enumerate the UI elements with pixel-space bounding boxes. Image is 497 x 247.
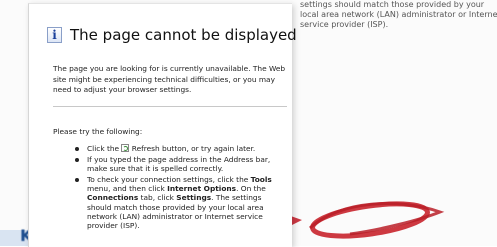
tools-menu-label: Tools bbox=[250, 174, 272, 184]
settings-button-label: Settings bbox=[176, 193, 212, 203]
step2-text: If you typed the page address in the Add… bbox=[87, 154, 271, 174]
info-icon: i bbox=[47, 27, 62, 43]
suggestion-list: Click the Refresh button, or try again l… bbox=[75, 144, 287, 232]
divider bbox=[53, 106, 287, 107]
step3-text-d: tab, click bbox=[138, 193, 177, 203]
refresh-icon[interactable] bbox=[121, 144, 130, 152]
step1-text-a: Click the bbox=[87, 144, 122, 153]
step3-text-b: menu, and then click bbox=[87, 184, 168, 194]
background-line: service provider (ISP). bbox=[300, 20, 389, 29]
step3-text-c: . On the bbox=[236, 184, 266, 194]
error-panel: i The page cannot be displayed The page … bbox=[28, 3, 297, 247]
list-item: To check your connection settings, click… bbox=[75, 175, 287, 231]
background-text: settings should match those provided by … bbox=[300, 0, 497, 30]
bullet-icon bbox=[75, 147, 79, 151]
bullet-icon bbox=[75, 177, 79, 182]
error-title: The page cannot be displayed bbox=[70, 26, 297, 44]
background-line: local area network (LAN) administrator o… bbox=[300, 10, 497, 19]
list-item: If you typed the page address in the Add… bbox=[75, 155, 287, 174]
connections-tab-label: Connections bbox=[87, 193, 139, 203]
background-line: settings should match those provided by … bbox=[300, 0, 485, 9]
step1-text-b: Refresh button, or try again later. bbox=[129, 144, 256, 153]
error-title-row: i The page cannot be displayed bbox=[47, 26, 297, 44]
red-swirl-stroke bbox=[308, 202, 445, 236]
step3-text-a: To check your connection settings, click… bbox=[87, 174, 251, 184]
internet-options-label: Internet Options bbox=[167, 184, 237, 194]
bullet-icon bbox=[75, 157, 79, 162]
list-item: Click the Refresh button, or try again l… bbox=[75, 144, 287, 153]
error-intro: The page you are looking for is currentl… bbox=[53, 64, 286, 94]
try-heading: Please try the following: bbox=[53, 127, 143, 136]
